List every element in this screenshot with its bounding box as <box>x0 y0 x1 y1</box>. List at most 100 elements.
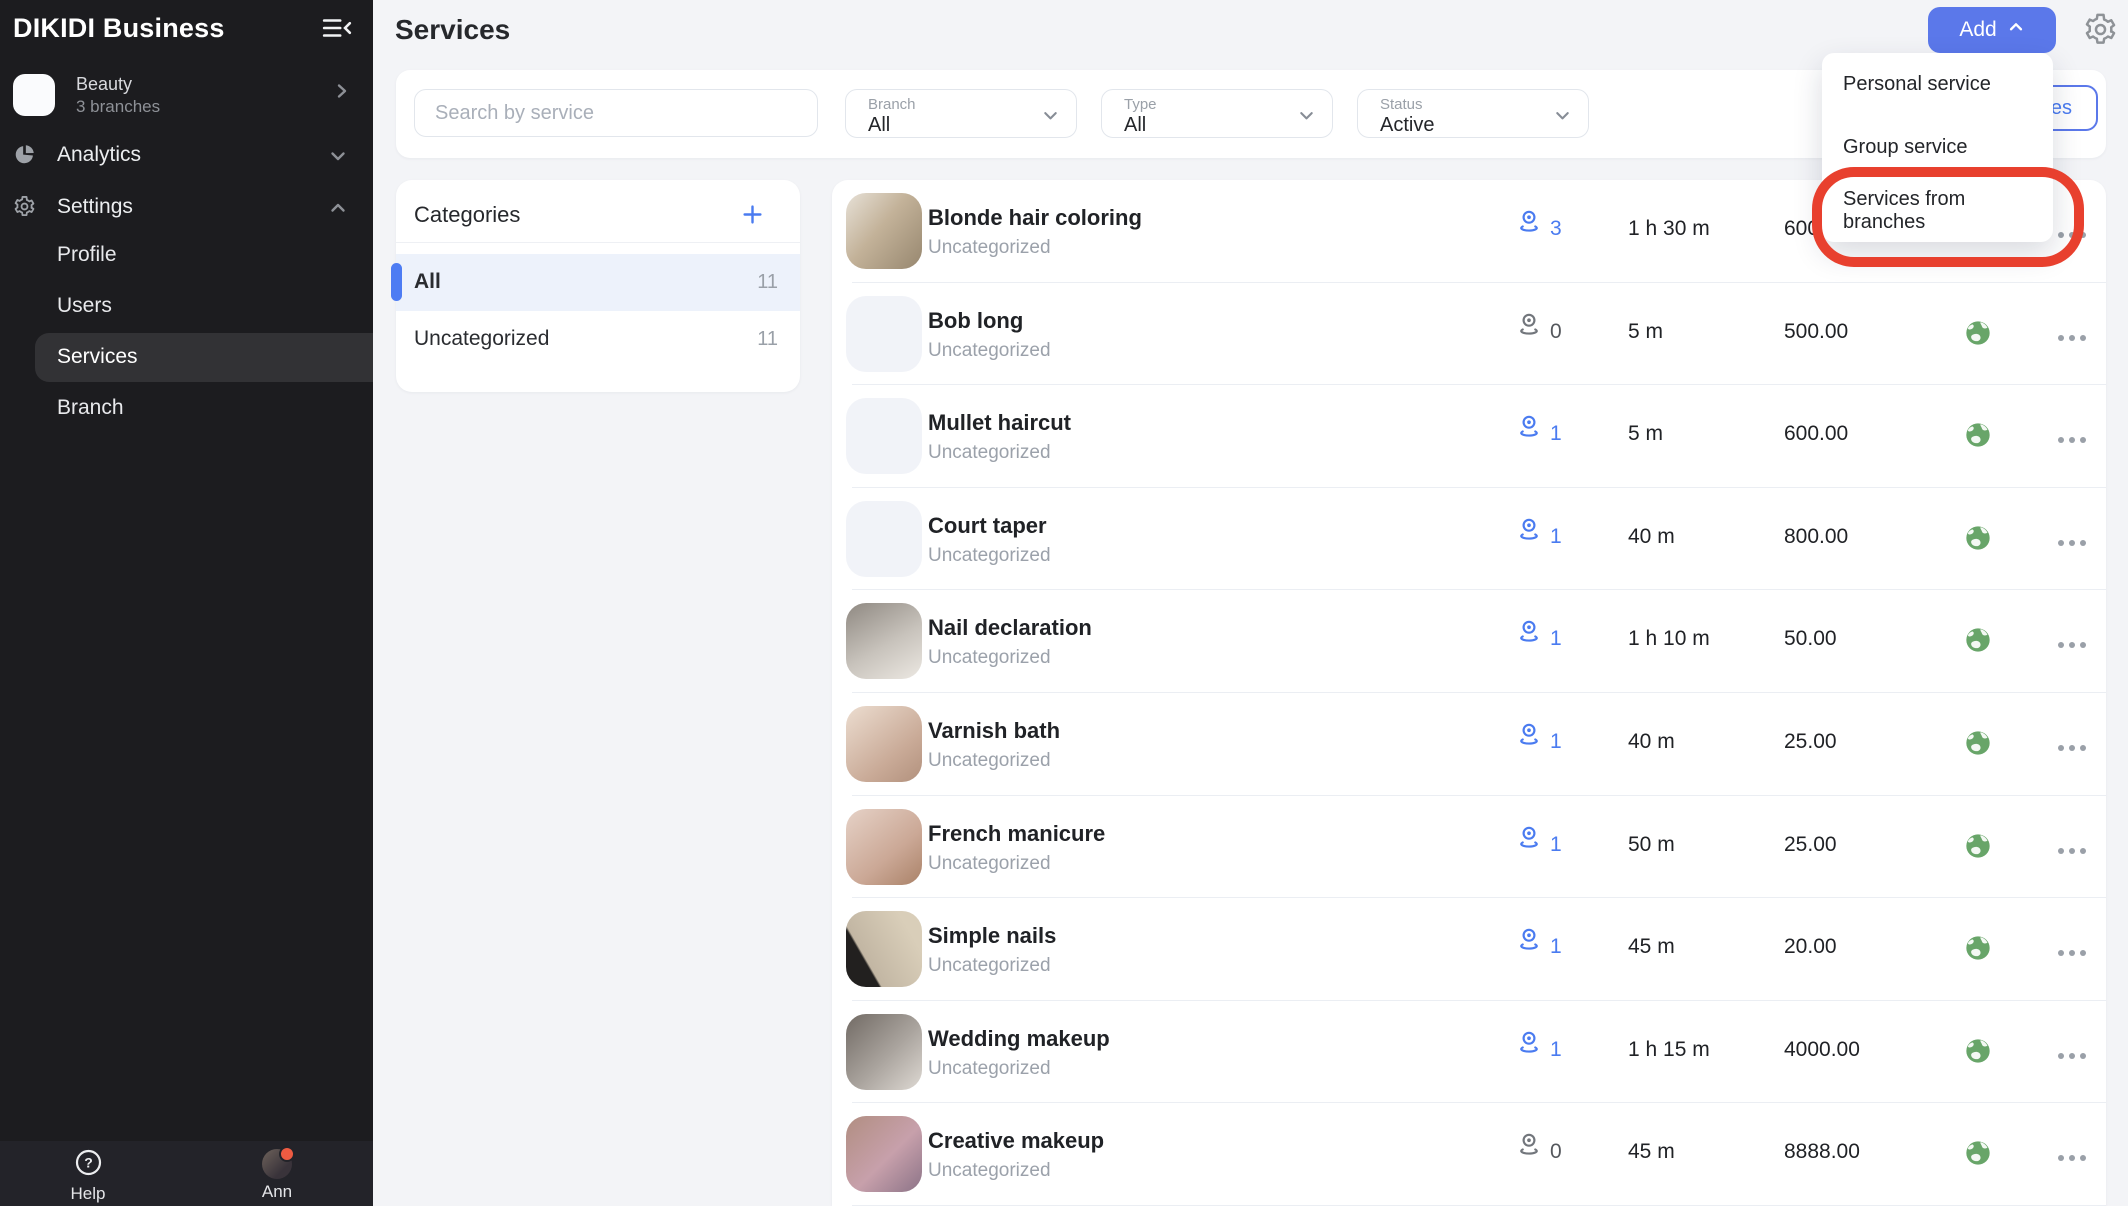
page-title: Services <box>395 14 510 46</box>
chevron-up-icon <box>328 198 348 223</box>
service-name: Court taper <box>928 513 1047 539</box>
filter-select-branch[interactable]: BranchAll <box>845 89 1077 138</box>
user-profile-button[interactable]: Ann <box>244 1149 310 1202</box>
service-row[interactable]: Bob longUncategorized 05 m500.00 <box>832 283 2106 386</box>
chevron-down-icon <box>1297 106 1316 130</box>
sidebar-item-settings[interactable]: Settings <box>0 182 373 232</box>
app-title: DIKIDI Business <box>13 13 225 44</box>
row-menu-button[interactable] <box>2052 226 2092 244</box>
branch-count: 1 <box>1550 935 1562 959</box>
chevron-down-icon <box>328 146 348 171</box>
sidebar-item-label: Users <box>57 294 112 318</box>
company-name: Beauty <box>76 74 132 95</box>
row-menu-button[interactable] <box>2052 1149 2092 1167</box>
service-row[interactable]: Wedding makeupUncategorized 11 h 15 m400… <box>832 1001 2106 1104</box>
app-root: DIKIDI Business Beauty 3 branches Analyt… <box>0 0 2128 1206</box>
category-item-uncategorized[interactable]: Uncategorized11 <box>396 311 800 368</box>
service-row[interactable]: French manicureUncategorized 150 m25.00 <box>832 796 2106 899</box>
menu-item-group-service[interactable]: Group service <box>1822 116 2053 179</box>
row-menu-button[interactable] <box>2052 842 2092 860</box>
menu-item-services-from-branches[interactable]: Services from branches <box>1822 179 2053 242</box>
service-category: Uncategorized <box>928 647 1051 669</box>
sidebar-item-branch[interactable]: Branch <box>0 383 373 434</box>
filter-select-status[interactable]: StatusActive <box>1357 89 1589 138</box>
service-row[interactable]: Nail declarationUncategorized 11 h 10 m5… <box>832 590 2106 693</box>
avatar <box>262 1149 292 1179</box>
category-count: 11 <box>757 328 778 351</box>
sidebar-collapse-icon[interactable] <box>322 15 352 41</box>
branch-count: 0 <box>1550 1140 1562 1164</box>
service-price: 25.00 <box>1784 730 1837 754</box>
sidebar-item-services[interactable]: Services <box>0 332 373 383</box>
service-category: Uncategorized <box>928 750 1051 772</box>
service-duration: 50 m <box>1628 833 1675 857</box>
row-menu-button[interactable] <box>2052 534 2092 552</box>
service-thumbnail <box>846 603 922 679</box>
branch-pin-icon <box>1516 515 1542 547</box>
company-branches: 3 branches <box>76 97 160 117</box>
search-input[interactable] <box>414 89 818 137</box>
branch-pin-icon <box>1516 720 1542 752</box>
service-thumbnail <box>846 911 922 987</box>
branch-count: 1 <box>1550 730 1562 754</box>
branch-count: 1 <box>1550 422 1562 446</box>
service-row[interactable]: Simple nailsUncategorized 145 m20.00 <box>832 898 2106 1001</box>
service-thumbnail <box>846 501 922 577</box>
sidebar-item-users[interactable]: Users <box>0 281 373 332</box>
service-category: Uncategorized <box>928 1058 1051 1080</box>
row-menu-button[interactable] <box>2052 739 2092 757</box>
service-duration: 40 m <box>1628 730 1675 754</box>
branch-pin-icon <box>1516 1130 1542 1162</box>
branch-count: 1 <box>1550 833 1562 857</box>
service-category: Uncategorized <box>928 237 1051 259</box>
help-button[interactable]: ? Help <box>55 1149 121 1204</box>
category-item-all[interactable]: All11 <box>396 254 800 311</box>
company-switcher[interactable]: Beauty 3 branches <box>0 68 373 128</box>
service-thumbnail <box>846 809 922 885</box>
service-duration: 45 m <box>1628 935 1675 959</box>
row-menu-button[interactable] <box>2052 636 2092 654</box>
menu-item-personal-service[interactable]: Personal service <box>1822 53 2053 116</box>
select-value: All <box>1124 114 1146 137</box>
row-menu-button[interactable] <box>2052 431 2092 449</box>
service-thumbnail <box>846 193 922 269</box>
row-menu-button[interactable] <box>2052 1047 2092 1065</box>
service-duration: 1 h 30 m <box>1628 217 1710 241</box>
service-thumbnail <box>846 398 922 474</box>
service-name: Wedding makeup <box>928 1026 1110 1052</box>
divider <box>396 242 800 243</box>
sidebar-item-analytics[interactable]: Analytics <box>0 130 373 180</box>
service-price: 800.00 <box>1784 525 1848 549</box>
branch-pin-icon <box>1516 617 1542 649</box>
service-category: Uncategorized <box>928 1160 1051 1182</box>
service-price: 500.00 <box>1784 320 1848 344</box>
row-menu-button[interactable] <box>2052 944 2092 962</box>
add-button[interactable]: Add <box>1928 7 2056 53</box>
select-value: All <box>868 114 890 137</box>
online-globe-icon <box>1964 421 1992 454</box>
settings-gear-icon[interactable] <box>2083 12 2118 47</box>
service-row[interactable]: Mullet haircutUncategorized 15 m600.00 <box>832 385 2106 488</box>
sidebar-item-label: Profile <box>57 243 117 267</box>
service-name: Bob long <box>928 308 1023 334</box>
chevron-up-icon <box>2007 18 2025 42</box>
service-row[interactable]: Varnish bathUncategorized 140 m25.00 <box>832 693 2106 796</box>
service-row[interactable]: Court taperUncategorized 140 m800.00 <box>832 488 2106 591</box>
select-label: Status <box>1380 96 1423 113</box>
branch-count: 1 <box>1550 1038 1562 1062</box>
add-category-button[interactable] <box>742 204 763 225</box>
service-row[interactable]: Creative makeupUncategorized 045 m8888.0… <box>832 1103 2106 1206</box>
service-name: French manicure <box>928 821 1105 847</box>
sidebar-item-label: Branch <box>57 396 124 420</box>
category-row-bg <box>396 254 800 311</box>
sidebar-item-profile[interactable]: Profile <box>0 230 373 281</box>
service-duration: 1 h 15 m <box>1628 1038 1710 1062</box>
filter-select-type[interactable]: TypeAll <box>1101 89 1333 138</box>
online-globe-icon <box>1964 832 1992 865</box>
branch-count: 1 <box>1550 627 1562 651</box>
row-menu-button[interactable] <box>2052 329 2092 347</box>
service-name: Simple nails <box>928 923 1056 949</box>
service-category: Uncategorized <box>928 955 1051 977</box>
add-button-label: Add <box>1959 18 1996 42</box>
service-price: 25.00 <box>1784 833 1837 857</box>
